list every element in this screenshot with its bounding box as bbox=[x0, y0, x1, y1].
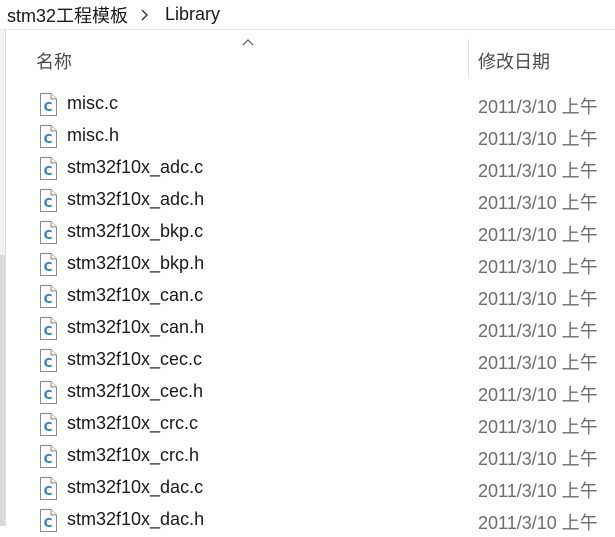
file-date-modified: 2011/3/10 上午 bbox=[478, 385, 598, 405]
file-name: stm32f10x_cec.c bbox=[67, 349, 203, 369]
file-row[interactable]: Cstm32f10x_adc.c 2011/3/10 上午 bbox=[0, 152, 615, 184]
svg-text:C: C bbox=[44, 324, 53, 338]
file-row[interactable]: Cstm32f10x_adc.h 2011/3/10 上午 bbox=[0, 184, 615, 216]
c-source-file-icon: C bbox=[39, 221, 57, 244]
file-name: stm32f10x_can.h bbox=[67, 317, 205, 337]
file-name: stm32f10x_can.c bbox=[67, 285, 204, 305]
file-name: stm32f10x_adc.c bbox=[67, 157, 204, 177]
file-name: misc.c bbox=[67, 93, 118, 113]
c-source-file-icon: C bbox=[39, 445, 57, 468]
file-row[interactable]: Cstm32f10x_dac.c 2011/3/10 上午 bbox=[0, 472, 615, 504]
file-row[interactable]: Cstm32f10x_bkp.c 2011/3/10 上午 bbox=[0, 216, 615, 248]
file-row[interactable]: Cstm32f10x_crc.c 2011/3/10 上午 bbox=[0, 408, 615, 440]
c-source-file-icon: C bbox=[39, 317, 57, 340]
column-header-date-modified[interactable]: 修改日期 bbox=[478, 48, 550, 74]
svg-text:C: C bbox=[44, 388, 53, 402]
c-source-file-icon: C bbox=[39, 285, 57, 308]
c-source-file-icon: C bbox=[39, 253, 57, 276]
breadcrumb: stm32工程模板 Library bbox=[0, 0, 615, 30]
file-date-modified: 2011/3/10 上午 bbox=[478, 225, 598, 245]
file-date-modified: 2011/3/10 上午 bbox=[478, 513, 598, 533]
c-source-file-icon: C bbox=[39, 189, 57, 212]
sort-up-icon bbox=[242, 39, 254, 46]
column-header-name[interactable]: 名称 bbox=[36, 48, 72, 74]
breadcrumb-item-library[interactable]: Library bbox=[158, 4, 222, 25]
file-date-modified: 2011/3/10 上午 bbox=[478, 193, 598, 213]
svg-text:C: C bbox=[44, 420, 53, 434]
file-date-modified: 2011/3/10 上午 bbox=[478, 289, 598, 309]
column-divider[interactable] bbox=[468, 39, 469, 78]
svg-text:C: C bbox=[44, 260, 53, 274]
svg-text:C: C bbox=[44, 132, 53, 146]
file-date-modified: 2011/3/10 上午 bbox=[478, 353, 598, 373]
c-source-file-icon: C bbox=[39, 349, 57, 372]
file-row[interactable]: Cstm32f10x_cec.c 2011/3/10 上午 bbox=[0, 344, 615, 376]
file-name: stm32f10x_dac.h bbox=[67, 509, 205, 529]
file-date-modified: 2011/3/10 上午 bbox=[478, 257, 598, 277]
file-date-modified: 2011/3/10 上午 bbox=[478, 481, 598, 501]
file-name: stm32f10x_crc.h bbox=[67, 445, 200, 465]
svg-text:C: C bbox=[44, 228, 53, 242]
c-source-file-icon: C bbox=[39, 125, 57, 148]
svg-text:C: C bbox=[44, 356, 53, 370]
file-date-modified: 2011/3/10 上午 bbox=[478, 129, 598, 149]
file-name: stm32f10x_bkp.c bbox=[67, 221, 204, 241]
file-date-modified: 2011/3/10 上午 bbox=[478, 417, 598, 437]
file-name: stm32f10x_crc.c bbox=[67, 413, 199, 433]
file-name: stm32f10x_dac.c bbox=[67, 477, 204, 497]
c-source-file-icon: C bbox=[39, 477, 57, 500]
svg-text:C: C bbox=[44, 292, 53, 306]
file-row[interactable]: Cmisc.c 2011/3/10 上午 bbox=[0, 88, 615, 120]
svg-text:C: C bbox=[44, 196, 53, 210]
file-row[interactable]: Cstm32f10x_can.c 2011/3/10 上午 bbox=[0, 280, 615, 312]
file-date-modified: 2011/3/10 上午 bbox=[478, 321, 598, 341]
file-name: stm32f10x_cec.h bbox=[67, 381, 204, 401]
file-name: stm32f10x_adc.h bbox=[67, 189, 205, 209]
file-name: misc.h bbox=[67, 125, 120, 145]
file-date-modified: 2011/3/10 上午 bbox=[478, 97, 598, 117]
svg-text:C: C bbox=[44, 516, 53, 530]
svg-text:C: C bbox=[44, 452, 53, 466]
file-row[interactable]: Cmisc.h 2011/3/10 上午 bbox=[0, 120, 615, 152]
file-row[interactable]: Cstm32f10x_cec.h 2011/3/10 上午 bbox=[0, 376, 615, 408]
file-row[interactable]: Cstm32f10x_bkp.h 2011/3/10 上午 bbox=[0, 248, 615, 280]
chevron-right-icon[interactable] bbox=[134, 5, 154, 25]
file-row[interactable]: Cstm32f10x_crc.h 2011/3/10 上午 bbox=[0, 440, 615, 472]
column-header: 名称 修改日期 bbox=[6, 30, 615, 88]
svg-text:C: C bbox=[44, 100, 53, 114]
c-source-file-icon: C bbox=[39, 509, 57, 532]
file-name: stm32f10x_bkp.h bbox=[67, 253, 205, 273]
c-source-file-icon: C bbox=[39, 93, 57, 116]
c-source-file-icon: C bbox=[39, 157, 57, 180]
svg-text:C: C bbox=[44, 484, 53, 498]
c-source-file-icon: C bbox=[39, 381, 57, 404]
file-row[interactable]: Cstm32f10x_dac.h 2011/3/10 上午 bbox=[0, 504, 615, 536]
file-row[interactable]: Cstm32f10x_can.h 2011/3/10 上午 bbox=[0, 312, 615, 344]
svg-text:C: C bbox=[44, 164, 53, 178]
breadcrumb-item-project[interactable]: stm32工程模板 bbox=[0, 2, 130, 28]
c-source-file-icon: C bbox=[39, 413, 57, 436]
file-date-modified: 2011/3/10 上午 bbox=[478, 449, 598, 469]
file-date-modified: 2011/3/10 上午 bbox=[478, 161, 598, 181]
